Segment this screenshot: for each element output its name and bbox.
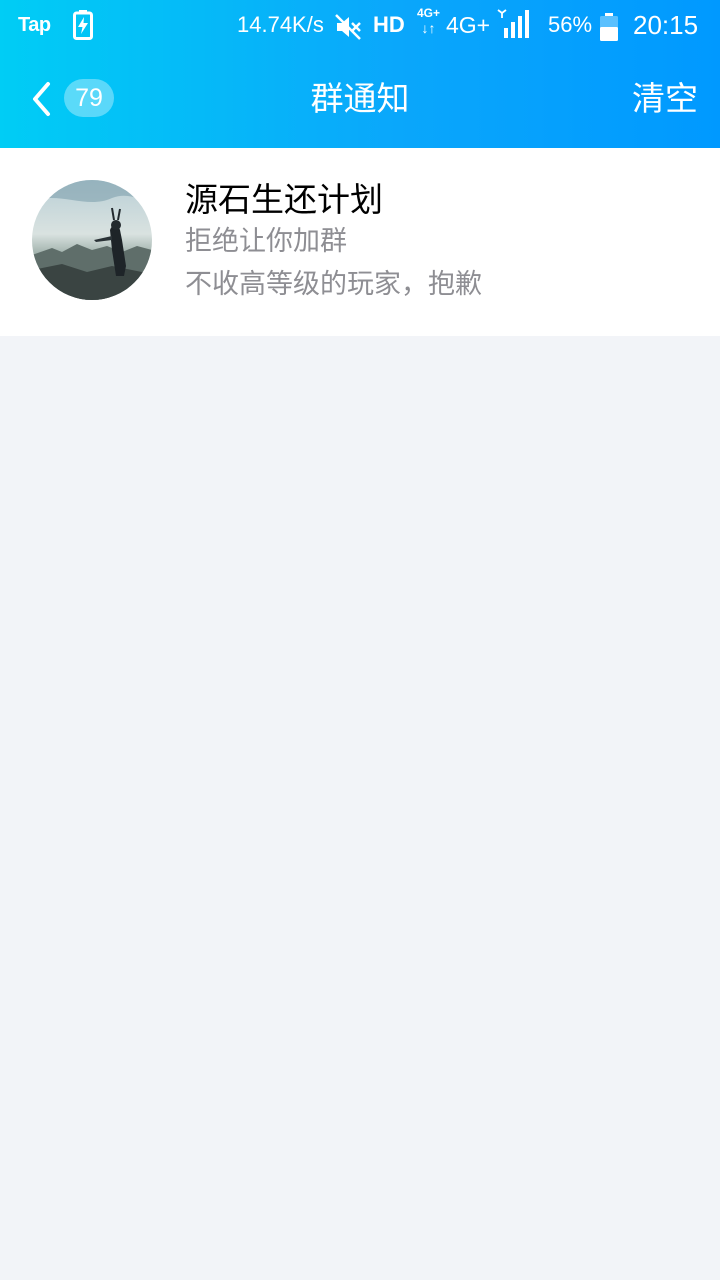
hd-label: HD <box>373 12 405 37</box>
notice-list: 源石生还计划 拒绝让你加群 不收高等级的玩家，抱歉 <box>0 148 720 336</box>
battery-percent: 56% <box>548 12 593 37</box>
app-header: Tap 14.74K/s HD 4G+ ↓↑ 4G+ 56% 20:15 79 … <box>0 0 720 148</box>
unread-count-badge: 79 <box>64 79 114 117</box>
list-item[interactable]: 源石生还计划 拒绝让你加群 不收高等级的玩家，抱歉 <box>0 148 720 336</box>
chevron-left-icon <box>33 82 50 116</box>
status-bar: Tap 14.74K/s HD 4G+ ↓↑ 4G+ 56% 20:15 <box>0 0 720 50</box>
network-type: 4G+ <box>446 12 491 38</box>
data-arrows-icon: ↓↑ <box>421 20 436 36</box>
mute-icon <box>334 11 362 40</box>
battery-icon <box>599 11 619 41</box>
status-time: 20:15 <box>633 10 699 40</box>
network-speed: 14.74K/s <box>237 12 324 37</box>
notice-reason: 不收高等级的玩家，抱歉 <box>185 269 482 300</box>
signal-icon <box>496 8 530 40</box>
network-small-label: 4G+ <box>417 6 441 20</box>
notice-status: 拒绝让你加群 <box>185 226 347 257</box>
battery-charging-icon <box>73 10 93 40</box>
nav-bar: 79 群通知 清空 <box>0 50 720 148</box>
back-button[interactable]: 79 <box>28 78 120 120</box>
group-name: 源石生还计划 <box>185 180 383 219</box>
clear-button[interactable]: 清空 <box>632 50 698 148</box>
group-avatar <box>32 180 152 300</box>
network-small-indicator: 4G+ ↓↑ <box>417 6 440 44</box>
status-app-label: Tap <box>18 14 51 36</box>
